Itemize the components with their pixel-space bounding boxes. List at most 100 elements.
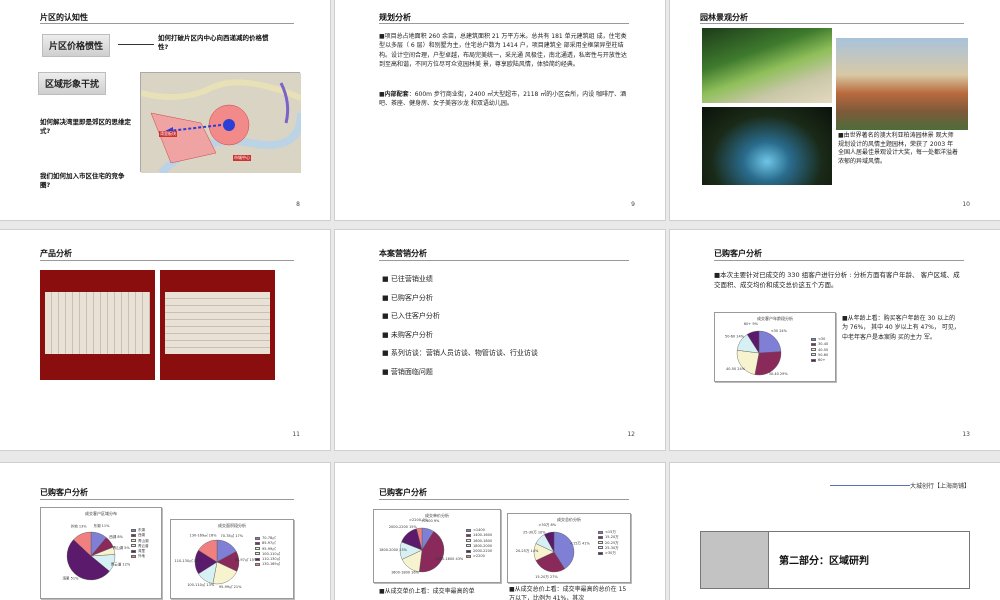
legend-entry: 外地: [131, 554, 149, 559]
question-1: 如何打破片区内中心向西递减的价格惯性?: [158, 34, 269, 51]
pie-label-2: 1600-1800 16%: [391, 570, 420, 574]
pie-label-5: 130-169㎡ 16%: [190, 533, 218, 538]
legend-label: 100-110㎡: [262, 551, 281, 556]
pie-label-2: 20-25万 14%: [516, 549, 539, 553]
legend-swatch: [131, 539, 136, 542]
legend-label: <1400: [473, 528, 485, 532]
legend-label: 西湖: [138, 533, 145, 538]
legend-swatch: [598, 535, 603, 539]
title-rule: [40, 260, 294, 261]
total-price-chart-card: 成交总价分析 <15万 41% 15-20万 27% 20-25万 14% 25-30…: [507, 513, 631, 583]
legend-swatch: [598, 541, 603, 544]
legend-label: >30万: [605, 551, 616, 555]
slide-11[interactable]: 产品分析 11: [0, 230, 330, 450]
legend-swatch: [811, 342, 816, 346]
garden-photo-2: [836, 38, 968, 130]
legend-label: 85-97㎡: [262, 541, 276, 546]
legend-swatch: [131, 544, 136, 548]
legend-swatch: [255, 562, 260, 566]
legend-label: 70-78㎡: [262, 536, 276, 540]
slide-10[interactable]: 园林景观分析 ■由世界著名的澳大利亚柏涛园林景 观大师规划设计的风情主题园林，荣…: [670, 0, 1000, 220]
pie-label-1: 1400-1600 43%: [435, 557, 464, 561]
pie-label-0: <15万 41%: [570, 541, 590, 545]
title-rule: [379, 260, 629, 261]
legend-swatch: [466, 539, 471, 542]
pie-label-1: 30-40 29%: [769, 372, 789, 376]
legend-swatch: [255, 541, 260, 545]
region-legend: 东湖 西湖 青山湖 青云谱 湾里 外地: [131, 528, 149, 560]
title-rule: [379, 499, 629, 500]
title-rule: [379, 23, 629, 24]
floorplan-2: [165, 292, 270, 354]
section-band-left: [701, 532, 769, 588]
legend-swatch: [466, 549, 471, 553]
page-number: 10: [962, 201, 970, 208]
pie-label-4: 60+ 9%: [744, 322, 759, 326]
legend-label: 湾里: [138, 549, 145, 553]
legend-swatch: [598, 551, 603, 555]
legend-swatch: [811, 358, 816, 362]
legend-swatch: [598, 546, 603, 550]
pie-label-5: >2200 4%: [409, 518, 428, 522]
legend-swatch: [466, 544, 471, 548]
bullet-item: ■ 已往营销业绩: [382, 275, 433, 283]
slide-9[interactable]: 规划分析 ■项目总占地面积 260 余亩，总建筑面积 21 万平方米。总共有 1…: [335, 0, 665, 220]
pie-label-4: 110-130㎡ 18%: [174, 558, 202, 563]
pie-label-4: 湾里 51%: [63, 575, 80, 580]
pie-label-3: 50-60 14%: [725, 334, 745, 338]
legend-swatch: [131, 528, 136, 532]
slide-14[interactable]: 已购客户分析 成交客户区域分布 东湖 11% 西湖 8% 青山湖 5% 青云谱 12%…: [0, 463, 330, 600]
pie-label-2: 40-50 24%: [726, 367, 746, 371]
plan-paragraph: ■项目总占地面积 260 余亩，总建筑面积 21 万平方米。总共有 181 单元…: [379, 33, 627, 68]
pie-label-3: 100-110㎡ 13%: [187, 582, 215, 587]
slide-16[interactable]: 大城创行【上海商铺】 第二部分：区域研判: [670, 463, 1000, 600]
header-rule: [830, 485, 910, 486]
pie-label-1: 15-20万 27%: [535, 575, 558, 579]
age-legend: <30 30-40 40-50 50-60 60+: [811, 337, 828, 363]
slide-title: 园林景观分析: [700, 13, 748, 22]
pie-label-0: <30 24%: [771, 329, 788, 333]
map-graphic: [140, 73, 305, 176]
floorplan-panel-1: [40, 270, 155, 380]
legend-label: 30-40: [818, 342, 829, 347]
header-text: 大城创行【上海商铺】: [909, 483, 970, 490]
area-legend: 70-78㎡ 85-97㎡ 95-99㎡ 100-110㎡ 110-130㎡ 130-16…: [255, 536, 280, 568]
floorplan-panel-2: [160, 270, 275, 380]
legend-entry: 60+: [811, 358, 828, 363]
pie-label-2: 青山湖 5%: [113, 545, 131, 550]
legend-swatch: [131, 549, 136, 553]
slide-title: 已购客户分析: [714, 249, 762, 258]
pie-slice-0: [758, 330, 782, 354]
bullet-item: ■ 营销面临问题: [382, 367, 433, 376]
legend-label: 15-20万: [605, 535, 619, 540]
slide-title: 本案营销分析: [379, 249, 427, 258]
slide-15[interactable]: 已购客户分析 成交单价分析 <1400 9% 1400-1600 43% 1600-…: [335, 463, 665, 600]
page-number: 11: [292, 431, 300, 438]
floorplan-1: [45, 292, 150, 354]
title-rule: [714, 260, 964, 261]
legend-swatch: [255, 552, 260, 556]
pie-label-0: 70-78㎡ 17%: [220, 533, 243, 538]
page-number: 9: [631, 201, 635, 208]
legend-swatch: [466, 554, 471, 558]
legend-label: 95-99㎡: [262, 546, 276, 551]
legend-swatch: [255, 547, 260, 550]
slide-title: 已购客户分析: [379, 488, 427, 497]
legend-swatch: [255, 557, 260, 561]
price-inertia-box: 片区价格惯性: [42, 34, 111, 57]
legend-label: 25-30万: [605, 545, 619, 550]
pie-label-3: 青云谱 12%: [111, 562, 131, 567]
marketing-bullets: ■ 已往营销业绩 ■ 已购客户分析 ■ 已入住客户分析 ■ 未购客户分析 ■ 系…: [382, 274, 538, 385]
region-map: 湾里板块 市城中心: [140, 72, 305, 176]
unit-price-note: ■从成交单价上看：成交率最高的单: [379, 588, 475, 595]
slide-title: 已购客户分析: [40, 488, 88, 497]
title-rule: [40, 23, 294, 24]
legend-label: 130-169㎡: [262, 562, 281, 567]
slide-13[interactable]: 已购客户分析 ■本次主要针对已成交的 330 组客户进行分析 : 分析方面有客户…: [670, 230, 1000, 450]
slide-12[interactable]: 本案营销分析 ■ 已往营销业绩 ■ 已购客户分析 ■ 已入住客户分析 ■ 未购客…: [335, 230, 665, 450]
slide-8[interactable]: 片区的认知性 片区价格惯性 如何打破片区内中心向西递减的价格惯性? 区域形象干扰…: [0, 0, 330, 220]
legend-label: 50-60: [818, 352, 829, 357]
bullet-item: ■ 未购客户分析: [382, 330, 433, 339]
map-label-center: 市城中心: [233, 155, 251, 161]
title-rule: [700, 23, 964, 24]
